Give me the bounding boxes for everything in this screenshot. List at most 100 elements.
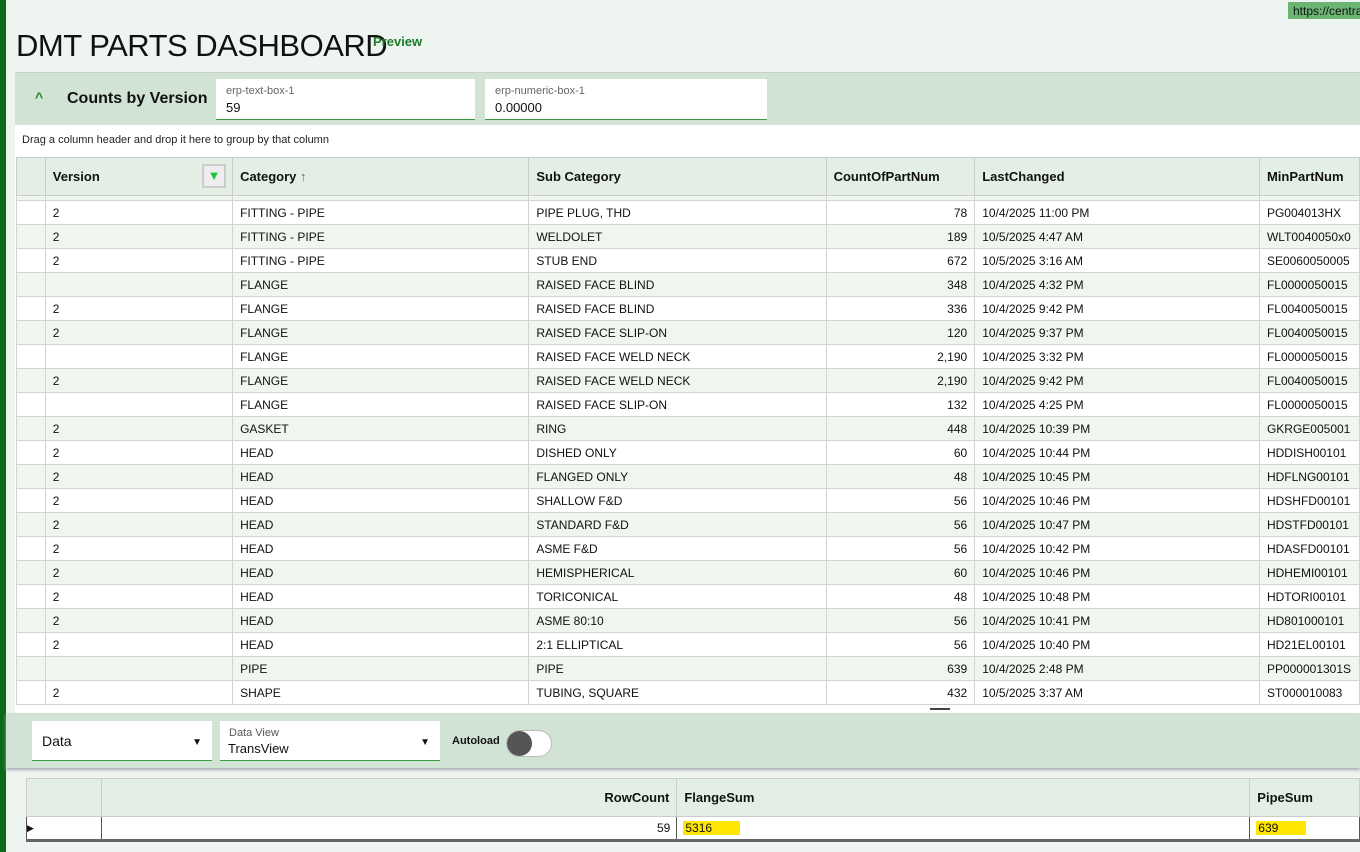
row-selector[interactable] — [16, 272, 46, 297]
cell-min-part-num[interactable]: HDFLNG00101 — [1258, 464, 1360, 489]
cell-min-part-num[interactable]: FL0040050015 — [1258, 320, 1360, 345]
cell-last-changed[interactable]: 10/4/2025 9:42 PM — [974, 296, 1260, 321]
cell-category[interactable]: HEAD — [232, 440, 530, 465]
cell-version[interactable]: 2 — [44, 248, 234, 273]
row-selector[interactable] — [16, 320, 46, 345]
cell-sub-category[interactable]: RAISED FACE BLIND — [528, 272, 827, 297]
cell-version[interactable]: 2 — [44, 512, 234, 537]
row-selector[interactable] — [16, 368, 46, 393]
row-selector[interactable] — [16, 488, 46, 513]
cell-min-part-num[interactable]: HDSHFD00101 — [1258, 488, 1360, 513]
cell-min-part-num[interactable]: ST000010083 — [1258, 680, 1360, 705]
cell-count[interactable]: 432 — [825, 680, 976, 705]
cell-last-changed[interactable]: 10/4/2025 9:42 PM — [974, 368, 1260, 393]
row-selector[interactable] — [16, 584, 46, 609]
cell-last-changed[interactable]: 10/5/2025 3:16 AM — [974, 248, 1260, 273]
cell-count[interactable]: 56 — [825, 488, 976, 513]
cell-version[interactable]: 2 — [44, 560, 234, 585]
row-selector[interactable] — [16, 560, 46, 585]
row-selector[interactable] — [16, 656, 46, 681]
cell-last-changed[interactable]: 10/4/2025 10:48 PM — [974, 584, 1260, 609]
numeric-box-value[interactable]: 0.00000 — [495, 100, 757, 115]
cell-count[interactable]: 56 — [825, 536, 976, 561]
table-row[interactable]: 2 HEAD ASME 80:10 56 10/4/2025 10:41 PM HD801… — [16, 608, 1360, 633]
cell-count[interactable]: 189 — [825, 224, 976, 249]
column-header-count[interactable]: CountOfPartNum — [825, 157, 976, 196]
column-header-sub-category[interactable]: Sub Category — [528, 157, 827, 196]
cell-last-changed[interactable]: 10/5/2025 3:37 AM — [974, 680, 1260, 705]
row-selector[interactable] — [16, 344, 46, 369]
cell-version[interactable]: 2 — [44, 464, 234, 489]
cell-count[interactable]: 56 — [825, 512, 976, 537]
cell-last-changed[interactable]: 10/4/2025 4:32 PM — [974, 272, 1260, 297]
cell-sub-category[interactable]: 2:1 ELLIPTICAL — [528, 632, 827, 657]
filter-icon[interactable]: ▼ — [202, 164, 227, 188]
cell-category[interactable]: GASKET — [232, 416, 530, 441]
horizontal-scrollbar[interactable] — [930, 708, 950, 710]
cell-sub-category[interactable]: RAISED FACE BLIND — [528, 296, 827, 321]
autoload-toggle[interactable] — [506, 730, 552, 757]
cell-count[interactable]: 2,190 — [825, 344, 976, 369]
cell-min-part-num[interactable]: HDTORI00101 — [1258, 584, 1360, 609]
cell-min-part-num[interactable]: FL0040050015 — [1258, 368, 1360, 393]
cell-category[interactable]: FITTING - PIPE — [232, 224, 530, 249]
cell-count[interactable]: 448 — [825, 416, 976, 441]
table-row[interactable]: 2 GASKET RING 448 10/4/2025 10:39 PM GKRGE005… — [16, 416, 1360, 441]
group-panel[interactable]: Drag a column header and drop it here to… — [22, 134, 329, 146]
cell-sub-category[interactable]: WELDOLET — [528, 224, 827, 249]
table-row[interactable]: 2 HEAD DISHED ONLY 60 10/4/2025 10:44 PM HDDI… — [16, 440, 1360, 465]
cell-category[interactable]: FLANGE — [232, 368, 530, 393]
cell-count[interactable]: 56 — [825, 608, 976, 633]
cell-min-part-num[interactable]: FL0040050015 — [1258, 296, 1360, 321]
column-header-min-part-num[interactable]: MinPartNum — [1258, 157, 1360, 196]
cell-count[interactable]: 132 — [825, 392, 976, 417]
table-row[interactable]: 2 HEAD SHALLOW F&D 56 10/4/2025 10:46 PM HDSH… — [16, 488, 1360, 513]
cell-sub-category[interactable]: FLANGED ONLY — [528, 464, 827, 489]
cell-category[interactable]: HEAD — [232, 632, 530, 657]
cell-version[interactable]: 2 — [44, 608, 234, 633]
row-selector[interactable] — [16, 680, 46, 705]
cell-count[interactable]: 672 — [825, 248, 976, 273]
table-row[interactable]: 2 FITTING - PIPE WELDOLET 189 10/5/2025 4:47… — [16, 224, 1360, 249]
cell-last-changed[interactable]: 10/4/2025 2:48 PM — [974, 656, 1260, 681]
cell-sub-category[interactable]: RAISED FACE WELD NECK — [528, 344, 827, 369]
cell-last-changed[interactable]: 10/4/2025 10:41 PM — [974, 608, 1260, 633]
cell-last-changed[interactable]: 10/4/2025 10:42 PM — [974, 536, 1260, 561]
table-row[interactable]: PIPE PIPE 639 10/4/2025 2:48 PM PP000001301S — [16, 656, 1360, 681]
cell-count[interactable]: 78 — [825, 200, 976, 225]
row-selector[interactable] — [16, 224, 46, 249]
chevron-up-icon[interactable]: ^ — [35, 89, 43, 105]
cell-category[interactable]: HEAD — [232, 584, 530, 609]
cell-last-changed[interactable]: 10/4/2025 9:37 PM — [974, 320, 1260, 345]
cell-category[interactable]: FITTING - PIPE — [232, 248, 530, 273]
row-selector[interactable] — [16, 296, 46, 321]
cell-min-part-num[interactable]: HD21EL00101 — [1258, 632, 1360, 657]
row-selector[interactable] — [16, 392, 46, 417]
table-row[interactable]: 2 FLANGE RAISED FACE SLIP-ON 120 10/4/2025 9… — [16, 320, 1360, 345]
cell-category[interactable]: FLANGE — [232, 296, 530, 321]
row-selector[interactable] — [16, 512, 46, 537]
cell-min-part-num[interactable]: FL0000050015 — [1258, 392, 1360, 417]
cell-min-part-num[interactable]: PP000001301S — [1258, 656, 1360, 681]
cell-count[interactable]: 48 — [825, 464, 976, 489]
cell-version[interactable]: 2 — [44, 584, 234, 609]
cell-version[interactable]: 2 — [44, 536, 234, 561]
cell-sub-category[interactable]: PIPE PLUG, THD — [528, 200, 827, 225]
cell-sub-category[interactable]: ASME 80:10 — [528, 608, 827, 633]
table-row[interactable]: 2 FITTING - PIPE PIPE PLUG, THD 78 10/4/2025… — [16, 200, 1360, 225]
erp-text-box[interactable]: erp-text-box-1 59 — [216, 79, 475, 120]
cell-category[interactable]: SHAPE — [232, 680, 530, 705]
cell-sub-category[interactable]: SHALLOW F&D — [528, 488, 827, 513]
row-selector[interactable] — [16, 464, 46, 489]
cell-category[interactable]: FLANGE — [232, 272, 530, 297]
cell-min-part-num[interactable]: GKRGE005001 — [1258, 416, 1360, 441]
column-header-version[interactable]: Version ▼ — [44, 157, 234, 196]
table-row[interactable]: 2 FITTING - PIPE STUB END 672 10/5/2025 3:16… — [16, 248, 1360, 273]
cell-count[interactable]: 348 — [825, 272, 976, 297]
cell-version[interactable]: 2 — [44, 200, 234, 225]
cell-count[interactable]: 60 — [825, 440, 976, 465]
cell-last-changed[interactable]: 10/5/2025 4:47 AM — [974, 224, 1260, 249]
table-row[interactable]: FLANGE RAISED FACE SLIP-ON 132 10/4/2025 4:… — [16, 392, 1360, 417]
summary-header-flangesum[interactable]: FlangeSum — [676, 778, 1251, 817]
cell-min-part-num[interactable]: FL0000050015 — [1258, 272, 1360, 297]
